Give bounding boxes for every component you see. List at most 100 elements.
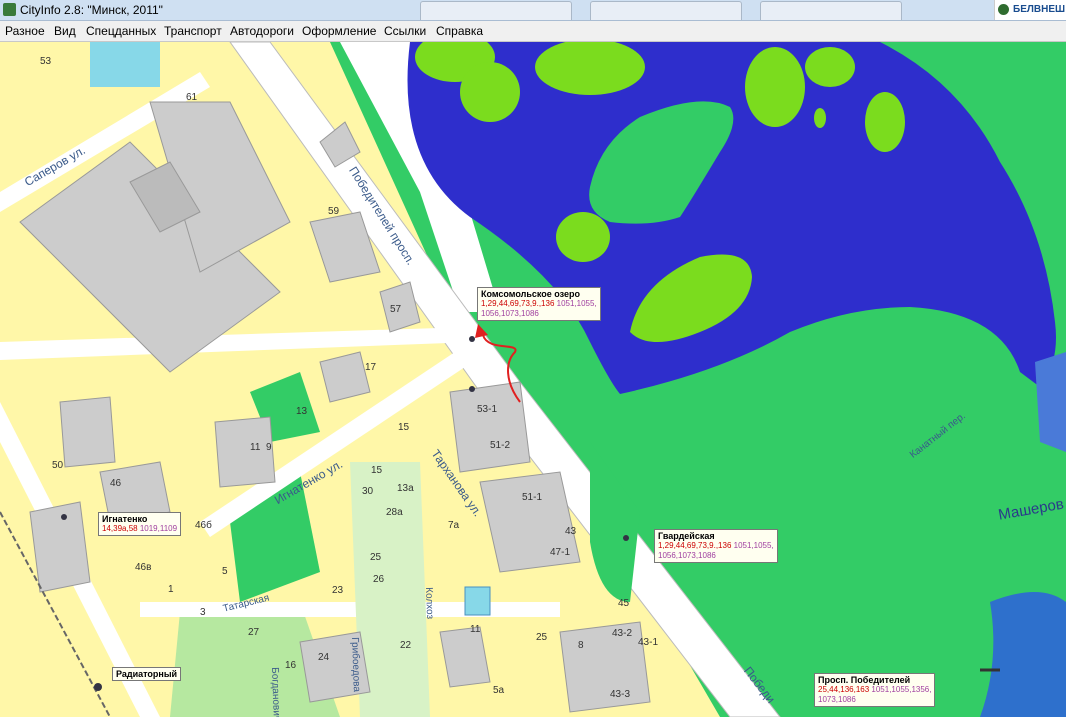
island	[745, 47, 805, 127]
menu-item-transport[interactable]: Транспорт	[164, 24, 222, 38]
stop-name: Гвардейская	[658, 531, 715, 541]
menu-item-avtodorogi[interactable]: Автодороги	[230, 24, 294, 38]
stop-marker[interactable]	[623, 535, 629, 541]
browser-tab[interactable]	[760, 1, 902, 20]
house-number: 5	[222, 566, 228, 577]
street-label-bogdanovicha: Богдановича	[269, 667, 283, 717]
island	[556, 212, 610, 262]
menu-item-raznoe[interactable]: Разное	[5, 24, 45, 38]
brand-logo: БЕЛВНЕШ	[994, 0, 1066, 20]
menu-item-ssylki[interactable]: Ссылки	[384, 24, 426, 38]
house-number: 5а	[493, 685, 505, 696]
house-number: 23	[332, 585, 344, 596]
menu-item-oformlenie[interactable]: Оформление	[302, 24, 376, 38]
house-number: 7а	[448, 520, 460, 531]
building	[29, 501, 91, 593]
stop-routes-extra: 1056,1073,1086	[481, 309, 539, 318]
stop-marker[interactable]	[469, 386, 475, 392]
house-number: 43	[565, 526, 577, 537]
house-number: 11	[250, 442, 261, 453]
house-number: 51-2	[490, 440, 511, 451]
stop-routes-trolley: 1051,1055,	[556, 299, 597, 308]
street-label-kolhoz: Колхоз	[423, 587, 436, 620]
title-bar: CityInfo 2.8: "Минск, 2011" БЕЛВНЕШ	[0, 0, 1066, 21]
house-number: 16	[285, 660, 297, 671]
house-number: 28а	[386, 507, 403, 518]
house-number: 30	[362, 486, 374, 497]
stop-routes-trolley: 1051,1055,1356,	[871, 685, 932, 694]
house-number: 25	[370, 552, 382, 563]
stop-marker[interactable]	[61, 514, 67, 520]
stop-routes-bus: 25,44,136,163	[818, 685, 870, 694]
house-number: 59	[328, 206, 340, 217]
stop-routes-bus: 1,29,44,69,73,9.,136	[658, 541, 732, 550]
building	[59, 396, 116, 468]
house-number: 8	[578, 640, 584, 651]
house-number: 46в	[135, 562, 152, 573]
island	[805, 47, 855, 87]
house-number: 61	[186, 92, 198, 103]
house-number: 15	[371, 465, 383, 476]
island	[460, 62, 520, 122]
house-number: 45	[618, 598, 630, 609]
stop-marker[interactable]	[94, 683, 102, 691]
house-number: 43-1	[638, 637, 659, 648]
building	[559, 621, 651, 713]
stop-label-prosp-pobediteley[interactable]: Просп. Победителей 25,44,136,163 1051,10…	[814, 673, 936, 707]
stop-label-komsomolskoe-ozero[interactable]: Комсомольское озеро 1,29,44,69,73,9.,136…	[477, 287, 601, 321]
stop-routes-extra: 1073,1086	[818, 695, 856, 704]
house-number: 17	[365, 362, 377, 373]
house-number: 3	[200, 607, 206, 618]
pool	[464, 586, 491, 616]
house-number: 43-2	[612, 628, 633, 639]
pond	[90, 42, 160, 87]
house-number: 9	[266, 442, 272, 453]
house-number: 24	[318, 652, 330, 663]
house-number: 46б	[195, 520, 212, 531]
stop-label-gvardeyskaya[interactable]: Гвардейская 1,29,44,69,73,9.,136 1051,10…	[654, 529, 778, 563]
house-number: 47-1	[550, 547, 571, 558]
house-number: 11	[470, 624, 481, 635]
house-number: 26	[373, 574, 385, 585]
house-number: 15	[398, 422, 410, 433]
stop-name: Радиаторный	[116, 669, 178, 679]
stop-routes-trolley: 1051,1055,	[733, 541, 774, 550]
house-number: 13а	[397, 483, 414, 494]
house-number: 53-1	[477, 404, 498, 415]
stop-name: Просп. Победителей	[818, 675, 911, 685]
island	[865, 92, 905, 152]
house-number: 25	[536, 632, 548, 643]
house-number: 13	[296, 406, 308, 417]
stop-label-radiatorny[interactable]: Радиаторный	[112, 667, 182, 681]
house-number: 51-1	[522, 492, 543, 503]
stop-routes-bus: 1,29,44,69,73,9.,136	[481, 299, 555, 308]
browser-tab[interactable]	[420, 1, 572, 20]
window-title: CityInfo 2.8: "Минск, 2011"	[20, 3, 163, 17]
stop-routes-extra: 1056,1073,1086	[658, 551, 716, 560]
map-canvas[interactable]: Победителей просп. Победи Саперов ул. Иг…	[0, 42, 1066, 717]
house-number: 22	[400, 640, 412, 651]
house-number: 46	[110, 478, 122, 489]
street-label-griboedova: Грибоедова	[349, 637, 362, 693]
menu-bar: Разное Вид Спецданных Транспорт Автодоро…	[0, 21, 1066, 42]
house-number: 50	[52, 460, 64, 471]
house-number: 27	[248, 627, 260, 638]
stop-routes-bus: 14,39а,58	[102, 524, 138, 533]
stop-name: Игнатенко	[102, 514, 148, 524]
stop-name: Комсомольское озеро	[481, 289, 580, 299]
building	[449, 381, 531, 473]
stop-marker[interactable]	[469, 336, 475, 342]
house-number: 1	[168, 584, 174, 595]
island	[814, 108, 826, 128]
app-icon	[3, 3, 16, 16]
stop-routes-trolley: 1019,1109	[139, 524, 178, 533]
house-number: 43-3	[610, 689, 631, 700]
browser-tab[interactable]	[590, 1, 742, 20]
map-svg[interactable]	[0, 42, 1066, 717]
stop-label-ignatenko[interactable]: Игнатенко 14,39а,58 1019,1109	[98, 512, 182, 536]
house-number: 53	[40, 56, 52, 67]
menu-item-spravka[interactable]: Справка	[436, 24, 483, 38]
house-number: 57	[390, 304, 402, 315]
menu-item-vid[interactable]: Вид	[54, 24, 76, 38]
menu-item-spetsdannyh[interactable]: Спецданных	[86, 24, 156, 38]
